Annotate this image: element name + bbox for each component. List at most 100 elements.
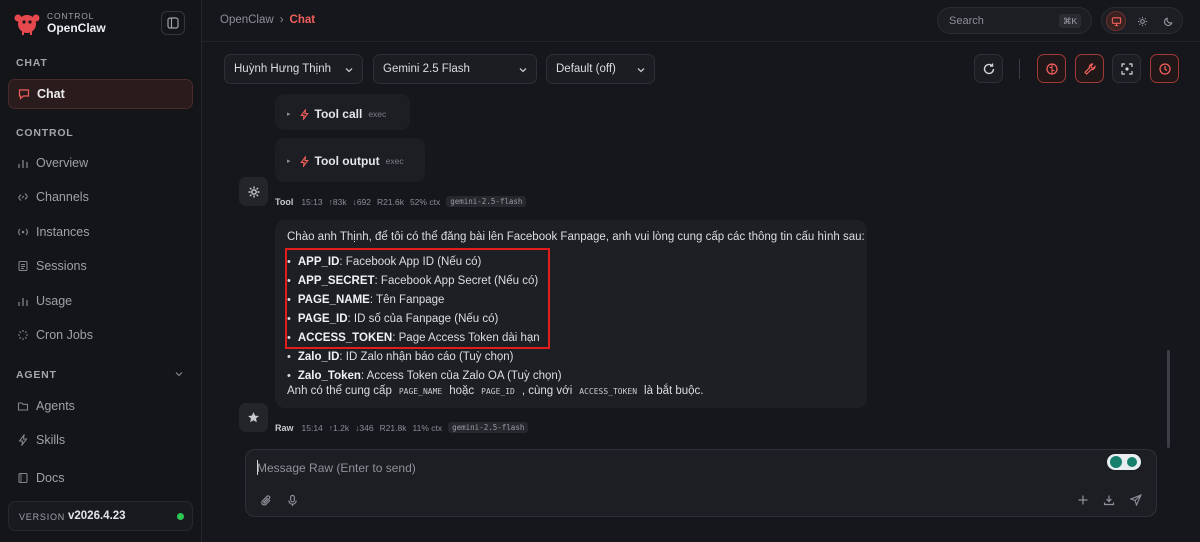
chat-bubble-icon (18, 88, 30, 100)
bolt-icon (299, 108, 309, 120)
tools-toggle-button[interactable] (1075, 54, 1104, 83)
theme-switcher (1101, 7, 1183, 34)
sidebar-item-docs[interactable]: Docs (8, 463, 193, 493)
brand-name: OpenClaw (47, 21, 106, 35)
sidebar-item-usage[interactable]: Usage (8, 286, 193, 316)
sidebar-item-overview[interactable]: Overview (8, 148, 193, 178)
chevron-down-icon[interactable] (174, 369, 184, 379)
sidebar-item-sessions[interactable]: Sessions (8, 251, 193, 281)
attach-button[interactable] (259, 493, 273, 507)
config-key: Zalo_Token (297, 369, 361, 382)
message-time: 15:13 (301, 196, 323, 207)
brain-icon (1045, 62, 1058, 75)
version-badge: VERSION v2026.4.23 (8, 501, 193, 531)
bar-chart-icon (17, 157, 29, 169)
theme-light-button[interactable] (1132, 11, 1152, 31)
user-select[interactable]: Huỳnh Hưng Thịnh (224, 54, 363, 84)
paperclip-icon (260, 494, 271, 505)
message-composer[interactable]: Message Raw (Enter to send) (245, 449, 1157, 517)
breadcrumb: OpenClaw › Chat (220, 14, 315, 26)
refresh-button[interactable] (974, 54, 1003, 83)
chevron-down-icon (345, 68, 353, 73)
tokens-out: ↓346 (355, 422, 374, 433)
model-select[interactable]: Gemini 2.5 Flash (373, 54, 537, 84)
sidebar-item-channels[interactable]: Channels (8, 182, 193, 212)
sidebar-item-chat[interactable]: Chat (8, 79, 193, 109)
theme-dark-button[interactable] (1158, 11, 1178, 31)
book-icon (17, 472, 29, 484)
tokens-read: R21.8k (379, 422, 407, 433)
history-button[interactable] (1150, 54, 1179, 83)
sidebar-item-agents[interactable]: Agents (8, 391, 193, 421)
chat-scrollbar[interactable] (1167, 350, 1170, 448)
list-item: Zalo_ID: ID Zalo nhận báo cáo (Tuỳ chọn) (287, 347, 562, 366)
sidebar-item-label: Cron Jobs (36, 328, 93, 342)
thinking-toggle-button[interactable] (1037, 54, 1066, 83)
search-placeholder: Search (949, 15, 984, 27)
tokens-in: ↑83k (328, 196, 347, 207)
grammarly-icon (1125, 455, 1139, 469)
sidebar-item-label: Instances (36, 225, 90, 239)
gear-icon (248, 186, 259, 197)
message-intro: Chào anh Thịnh, để tôi có thể đăng bài l… (287, 231, 865, 243)
sidebar-item-instances[interactable]: Instances (8, 217, 193, 247)
raw-message-meta: Raw 15:14 ↑1.2k ↓346 R21.8k 11% ctx gemi… (275, 422, 529, 433)
user-select-value: Huỳnh Hưng Thịnh (234, 63, 331, 75)
tool-message-meta: Tool 15:13 ↑83k ↓692 R21.6k 52% ctx gemi… (275, 196, 527, 207)
theme-system-button[interactable] (1106, 11, 1126, 31)
bolt-icon (17, 434, 29, 446)
tool-output-card[interactable]: ▸ Tool output exec (275, 138, 425, 182)
brand-subtitle: CONTROL (47, 11, 95, 21)
tool-call-tag: exec (368, 109, 387, 119)
bar-chart-icon (17, 295, 29, 307)
outro-text: , cùng với (521, 385, 573, 397)
export-button[interactable] (1102, 493, 1116, 507)
section-control-label: CONTROL (16, 127, 74, 139)
tool-output-label: Tool output (314, 154, 380, 168)
collapse-sidebar-button[interactable] (161, 11, 185, 35)
sun-icon (1137, 16, 1147, 26)
wrench-icon (1083, 62, 1096, 75)
model-badge: gemini-2.5-flash (448, 422, 529, 433)
sidebar-item-label: Docs (36, 471, 65, 485)
refresh-icon (983, 63, 994, 74)
star-icon (248, 412, 259, 423)
chevron-down-icon (637, 68, 645, 73)
link-icon (17, 191, 29, 203)
extension-icon (1110, 456, 1122, 468)
tokens-in: ↑1.2k (328, 422, 350, 433)
sidebar-item-skills[interactable]: Skills (8, 425, 193, 455)
focus-icon (1120, 62, 1133, 75)
sidebar-item-cron-jobs[interactable]: Cron Jobs (8, 320, 193, 350)
search-input[interactable]: Search ⌘K (937, 7, 1092, 34)
thinking-mode-select[interactable]: Default (off) (546, 54, 655, 84)
moon-icon (1163, 17, 1172, 26)
message-outro: Anh có thể cung cấp PAGE_NAME hoặc PAGE_… (287, 385, 704, 397)
outro-text: hoặc (449, 385, 475, 397)
folder-icon (17, 400, 29, 412)
voice-input-button[interactable] (285, 493, 299, 507)
header-divider (202, 41, 1200, 42)
sidebar-item-label: Agents (36, 399, 75, 413)
browser-extension-widget[interactable] (1107, 454, 1141, 470)
outro-text: là bắt buộc. (644, 385, 704, 397)
sender-name: Raw (275, 422, 294, 433)
chevron-down-icon (519, 68, 527, 73)
tool-call-label: Tool call (314, 107, 363, 121)
new-session-button[interactable] (1076, 493, 1090, 507)
clock-icon (1158, 62, 1171, 75)
focus-mode-button[interactable] (1112, 54, 1141, 83)
loader-icon (17, 329, 29, 341)
send-button[interactable] (1129, 493, 1143, 507)
plus-icon (1078, 495, 1088, 505)
config-key: Zalo_ID (297, 350, 340, 363)
inline-code: PAGE_NAME (398, 386, 443, 396)
message-time: 15:14 (301, 422, 323, 433)
search-shortcut: ⌘K (1059, 14, 1082, 28)
tool-call-card[interactable]: ▸ Tool call exec (275, 94, 410, 130)
section-chat-label: CHAT (16, 57, 48, 69)
breadcrumb-root[interactable]: OpenClaw (220, 14, 274, 26)
tool-avatar (239, 177, 268, 206)
tool-output-tag: exec (385, 156, 404, 166)
sidebar-item-label: Channels (36, 190, 89, 204)
